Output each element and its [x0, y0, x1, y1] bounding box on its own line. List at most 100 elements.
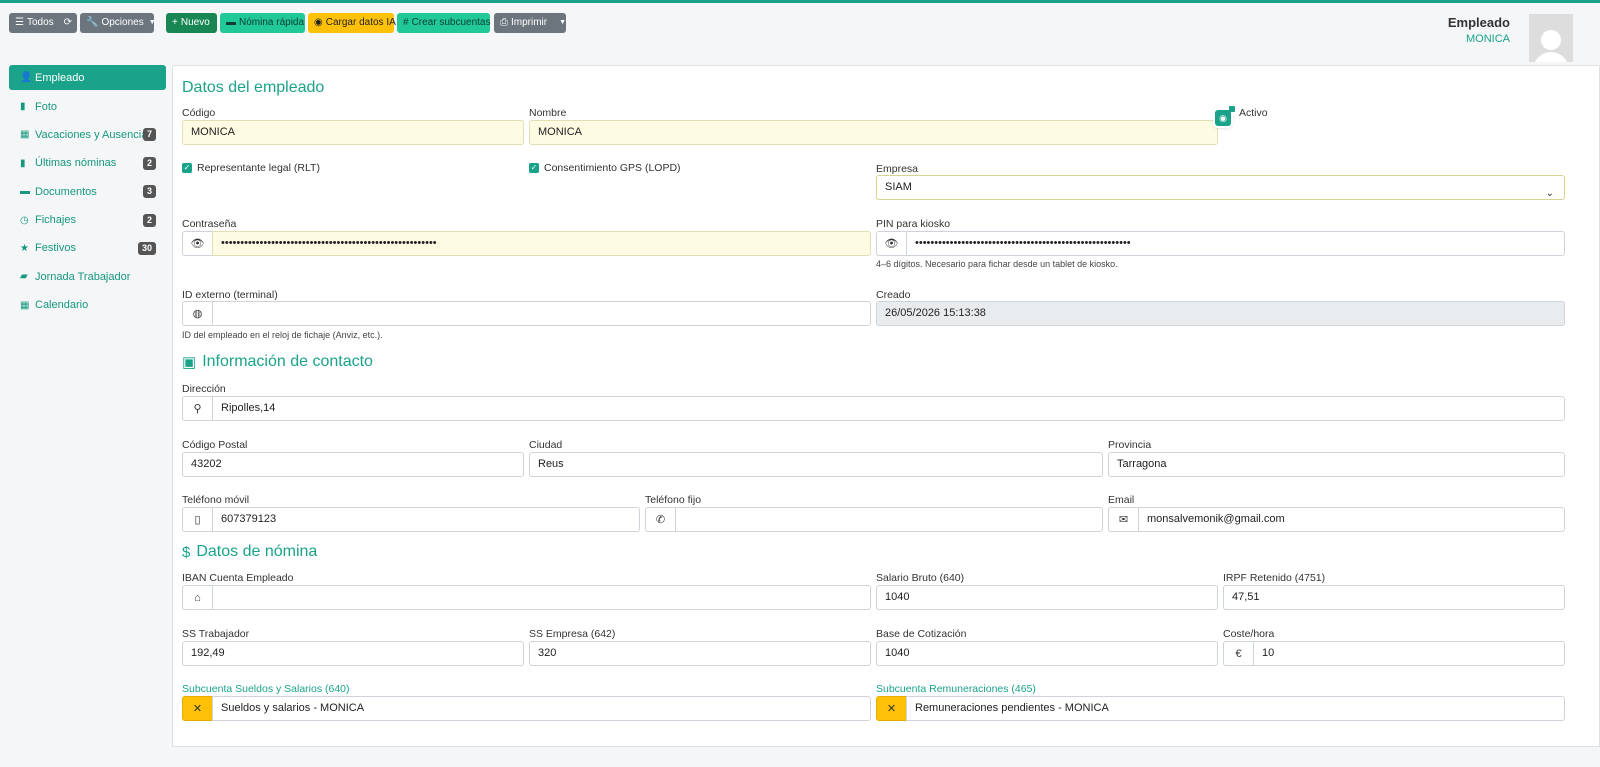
irpf-label: IRPF Retenido (4751): [1223, 572, 1326, 584]
idext-input[interactable]: [212, 301, 871, 326]
nuevo-button[interactable]: + Nuevo: [166, 13, 217, 33]
cp-input[interactable]: 43202: [182, 452, 524, 477]
nombre-label: Nombre: [529, 107, 567, 119]
crear-subcuentas-button[interactable]: # Crear subcuentas: [397, 13, 491, 33]
plus-icon: +: [172, 17, 178, 28]
sidebar: 👤 Empleado ▮ Foto ▦ Vacaciones y Ausenci…: [9, 65, 166, 320]
coste-input[interactable]: 10: [1253, 641, 1565, 666]
badge-festivos: 30: [137, 241, 156, 255]
todos-button[interactable]: ☰ Todos ⟳: [9, 13, 77, 33]
sub-sueldos-label: Subcuenta Sueldos y Salarios (640): [182, 683, 350, 695]
map-pin-icon: ⚲: [182, 396, 212, 421]
sub-sueldos-field: ✕ Sueldos y salarios - MONICA: [182, 696, 871, 721]
badge-vacaciones: 7: [142, 128, 156, 142]
nomina-rapida-button[interactable]: ▬ Nómina rápida: [220, 13, 305, 33]
sub-remun-input[interactable]: Remuneraciones pendientes - MONICA: [906, 696, 1565, 721]
rlt-checkbox[interactable]: ✓ Representante legal (RLT): [182, 162, 320, 174]
email-field: ✉ monsalvemonik@gmail.com: [1108, 507, 1565, 532]
movil-field: ▯ 607379123: [182, 507, 640, 532]
sse-label: SS Empresa (642): [529, 628, 616, 640]
iban-input[interactable]: [212, 585, 871, 610]
toggle-knob[interactable]: [1229, 106, 1235, 112]
money-bill-icon: $: [182, 543, 191, 561]
nombre-input[interactable]: MONICA: [529, 120, 1218, 145]
calendar-icon: ▦: [20, 299, 30, 311]
fingerprint-icon: ◍: [182, 301, 212, 326]
cp-label: Código Postal: [182, 439, 248, 451]
base-input[interactable]: 1040: [876, 641, 1218, 666]
sidebar-item-jornada[interactable]: ▰ Jornada Trabajador: [9, 263, 166, 290]
pin-label: PIN para kiosko: [876, 218, 951, 230]
caret-down-icon[interactable]: ▼: [559, 13, 566, 33]
password-input[interactable]: ••••••••••••••••••••••••••••••••••••••••…: [212, 231, 871, 256]
wrench-icon: 🔧: [86, 17, 99, 28]
sidebar-item-festivos[interactable]: ★ Festivos 30: [9, 235, 166, 262]
sst-input[interactable]: 192,49: [182, 641, 524, 666]
provincia-input[interactable]: Tarragona: [1108, 452, 1565, 477]
eye-icon[interactable]: 👁: [182, 231, 212, 256]
direccion-label: Dirección: [182, 383, 226, 395]
euro-icon: €: [1223, 641, 1253, 666]
avatar-body: [1533, 52, 1569, 62]
clear-icon[interactable]: ✕: [876, 696, 906, 721]
sidebar-item-vacaciones[interactable]: ▦ Vacaciones y Ausencias 7: [9, 121, 166, 148]
email-input[interactable]: monsalvemonik@gmail.com: [1138, 507, 1565, 532]
phone-icon: ✆: [645, 507, 675, 532]
sse-input[interactable]: 320: [529, 641, 871, 666]
cargar-ia-button[interactable]: ◉ Cargar datos IA: [308, 13, 396, 33]
direccion-field: ⚲ Ripolles,14: [182, 396, 1565, 421]
gps-checkbox[interactable]: ✓ Consentimiento GPS (LOPD): [529, 162, 681, 174]
check-icon: ✓: [529, 163, 539, 173]
badge-fichajes: 2: [142, 213, 156, 227]
fijo-input[interactable]: [675, 507, 1103, 532]
money-icon: ▬: [226, 17, 236, 28]
creado-input: 26/05/2026 15:13:38: [876, 301, 1565, 326]
ciudad-input[interactable]: Reus: [529, 452, 1103, 477]
section-datos-title: Datos del empleado: [182, 79, 325, 96]
ciudad-label: Ciudad: [529, 439, 563, 451]
opciones-button[interactable]: 🔧 Opciones ▼: [80, 13, 156, 33]
sub-remun-label: Subcuenta Remuneraciones (465): [876, 683, 1036, 695]
movil-input[interactable]: 607379123: [212, 507, 640, 532]
sidebar-item-nominas[interactable]: ▮ Últimas nóminas 2: [9, 150, 166, 177]
avatar[interactable]: [1529, 14, 1573, 62]
iban-field: ⌂: [182, 585, 871, 610]
badge-nominas: 2: [142, 156, 156, 170]
list-icon: ☰: [15, 17, 24, 28]
movil-label: Teléfono móvil: [182, 494, 250, 506]
top-accent-line: [0, 0, 1600, 3]
email-label: Email: [1108, 494, 1135, 506]
hashtag-icon: #: [403, 17, 409, 28]
eye-icon[interactable]: 👁: [876, 231, 906, 256]
provincia-label: Provincia: [1108, 439, 1152, 451]
refresh-icon[interactable]: ⟳: [64, 13, 72, 33]
fijo-field: ✆: [645, 507, 1103, 532]
pin-help: 4–6 dígitos. Necesario para fichar desde…: [876, 259, 1118, 269]
base-label: Base de Cotización: [876, 628, 967, 640]
printer-icon: ⎙: [500, 17, 508, 28]
clear-icon[interactable]: ✕: [182, 696, 212, 721]
direccion-input[interactable]: Ripolles,14: [212, 396, 1565, 421]
bottom-bar: [0, 747, 1600, 767]
pin-input[interactable]: ••••••••••••••••••••••••••••••••••••••••…: [906, 231, 1565, 256]
sidebar-item-foto[interactable]: ▮ Foto: [9, 93, 166, 120]
sub-sueldos-input[interactable]: Sueldos y salarios - MONICA: [212, 696, 871, 721]
badge-documentos: 3: [142, 185, 156, 199]
empresa-select[interactable]: SIAM ⌄: [876, 175, 1565, 200]
codigo-input[interactable]: MONICA: [182, 120, 524, 145]
calendar-icon: ▦: [20, 129, 30, 141]
robot-icon: ◉: [314, 17, 323, 28]
sidebar-item-empleado[interactable]: 👤 Empleado: [9, 65, 166, 90]
bruto-input[interactable]: 1040: [876, 585, 1218, 610]
clock-icon: ◷: [20, 214, 29, 226]
irpf-input[interactable]: 47,51: [1223, 585, 1565, 610]
avatar-head: [1541, 30, 1561, 50]
user-gear-icon: 👤: [20, 72, 33, 83]
imprimir-button[interactable]: ⎙ Imprimir ▼: [494, 13, 566, 33]
envelope-icon: ✉: [1108, 507, 1138, 532]
sidebar-item-documentos[interactable]: ▬ Documentos 3: [9, 178, 166, 205]
sidebar-item-calendario[interactable]: ▦ Calendario: [9, 292, 166, 319]
sidebar-item-fichajes[interactable]: ◷ Fichajes 2: [9, 207, 166, 234]
caret-down-icon: ▼: [148, 19, 156, 26]
robot-icon[interactable]: ◉: [1215, 110, 1231, 126]
